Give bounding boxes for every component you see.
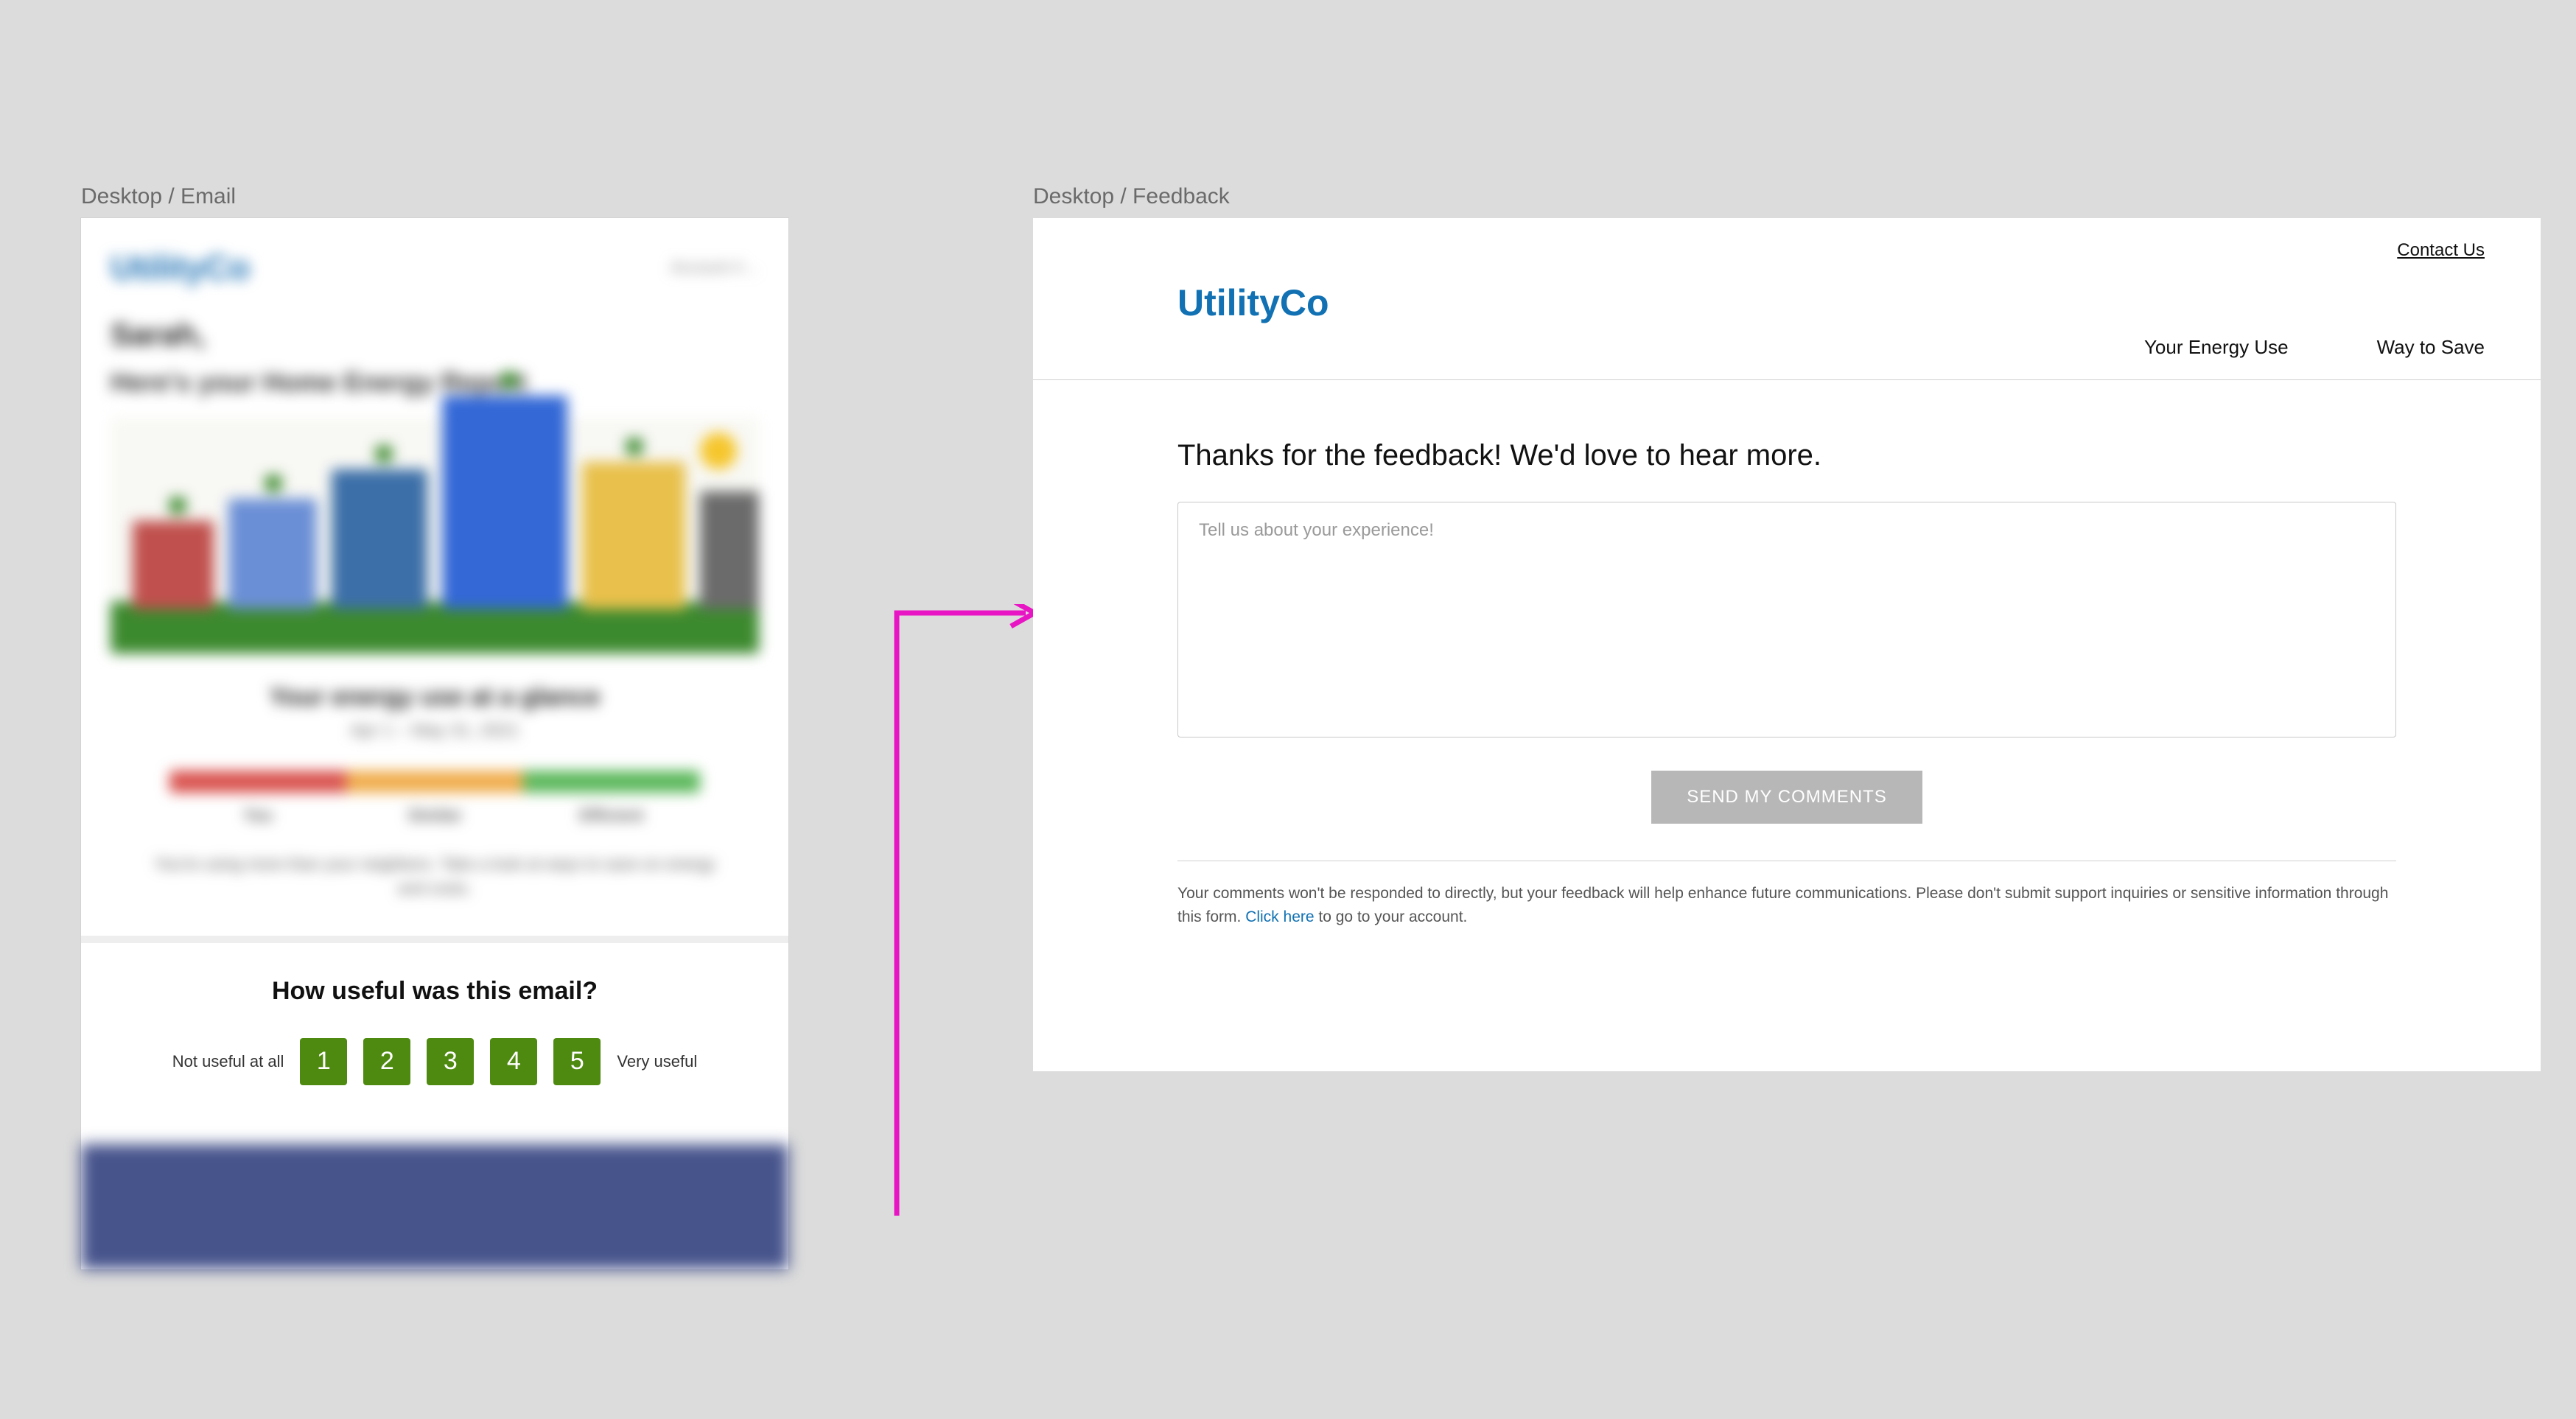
rating-button-2[interactable]: 2 [363, 1038, 410, 1085]
rating-low-label: Not useful at all [172, 1052, 284, 1071]
rating-high-label: Very useful [617, 1052, 697, 1071]
rating-row: Not useful at all 1 2 3 4 5 Very useful [103, 1038, 766, 1085]
email-footer-blurred [81, 1144, 788, 1269]
feedback-header: UtilityCo Contact Us Your Energy Use Way… [1033, 218, 2541, 380]
meter-label-low: You [169, 806, 346, 825]
email-panel: UtilityCo Account #… Sarah, Here's your … [81, 218, 788, 1269]
flow-arrow-icon [790, 604, 1040, 1232]
disclaimer-text-post: to go to your account. [1318, 908, 1467, 925]
usage-meter [169, 771, 700, 793]
rating-button-4[interactable]: 4 [490, 1038, 537, 1085]
nav-way-to-save[interactable]: Way to Save [2377, 336, 2485, 359]
glance-title: Your energy use at a glance [111, 683, 759, 712]
feedback-disclaimer: Your comments won't be responded to dire… [1177, 882, 2396, 928]
feedback-heading: Thanks for the feedback! We'd love to he… [1177, 439, 2396, 472]
rating-button-3[interactable]: 3 [427, 1038, 474, 1085]
glance-note: You're using more than your neighbors. T… [147, 852, 722, 900]
glance-period: Apr 1 – May 31, 2021 [111, 721, 759, 741]
rating-block: How useful was this email? Not useful at… [81, 936, 788, 1129]
rating-button-5[interactable]: 5 [553, 1038, 601, 1085]
panel-label-email: Desktop / Email [81, 184, 236, 209]
meter-label-mid: Similar [346, 806, 523, 825]
meter-label-high: Efficient [523, 806, 700, 825]
city-illustration [111, 418, 759, 654]
nav-your-energy-use[interactable]: Your Energy Use [2144, 336, 2289, 359]
email-greeting: Sarah, [111, 317, 759, 352]
sun-icon [700, 432, 737, 469]
feedback-panel: UtilityCo Contact Us Your Energy Use Way… [1033, 218, 2541, 1071]
rating-button-1[interactable]: 1 [300, 1038, 347, 1085]
panel-label-feedback: Desktop / Feedback [1033, 184, 1230, 209]
contact-us-link[interactable]: Contact Us [2397, 240, 2485, 261]
send-comments-button[interactable]: SEND MY COMMENTS [1651, 771, 1922, 824]
feedback-logo: UtilityCo [1177, 281, 1329, 324]
email-logo: UtilityCo [111, 248, 250, 287]
email-blurred-content: UtilityCo Account #… Sarah, Here's your … [81, 218, 788, 922]
email-account-label: Account #… [671, 258, 759, 277]
email-subheading: Here's your Home Energy Report [111, 365, 759, 400]
disclaimer-click-here-link[interactable]: Click here [1245, 908, 1314, 925]
feedback-nav: Your Energy Use Way to Save [2144, 336, 2485, 359]
feedback-textarea[interactable] [1177, 502, 2396, 737]
rating-title: How useful was this email? [103, 977, 766, 1006]
